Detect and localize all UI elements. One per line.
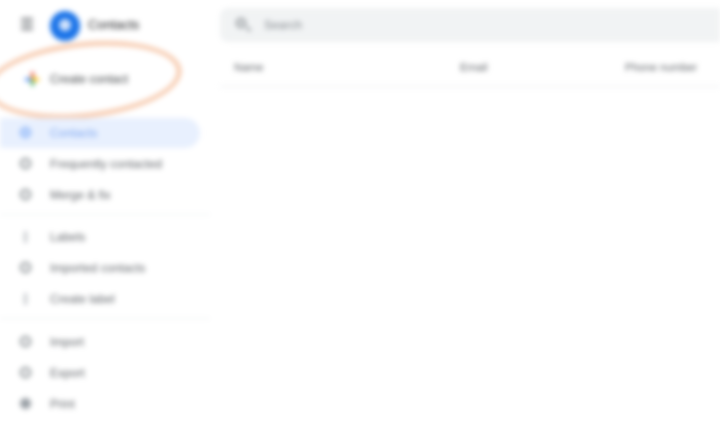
contacts-logo — [50, 11, 80, 41]
nav-item-create-label[interactable]: Create label — [0, 284, 200, 314]
nav-label: Create label — [50, 292, 115, 306]
hamburger-menu-icon[interactable] — [21, 18, 33, 30]
history-icon — [20, 158, 31, 169]
chevron-icon — [24, 231, 27, 243]
nav-label: Print — [50, 397, 75, 411]
nav-label: Imported contacts — [50, 261, 146, 275]
search-bar[interactable] — [220, 8, 720, 42]
merge-icon — [20, 189, 31, 200]
nav-item-merge-fix[interactable]: Merge & fix — [0, 180, 200, 210]
main-content: Name Email Phone number — [220, 0, 720, 444]
nav-item-import[interactable]: Import — [0, 327, 200, 357]
table-header: Name Email Phone number — [220, 56, 720, 87]
sidebar: Contacts Create contact Contacts Frequen… — [0, 0, 210, 444]
nav-label: Import — [50, 335, 85, 349]
nav-item-imported-contacts[interactable]: Imported contacts — [0, 253, 200, 283]
column-header-name[interactable]: Name — [234, 62, 263, 74]
nav-item-contacts[interactable]: Contacts — [0, 118, 200, 148]
add-icon — [24, 293, 27, 305]
nav-item-export[interactable]: Export — [0, 358, 200, 388]
nav-item-print[interactable]: Print — [0, 389, 200, 419]
nav-label: Frequently contacted — [50, 157, 163, 171]
person-icon — [20, 127, 31, 138]
column-header-email[interactable]: Email — [460, 62, 488, 74]
search-input[interactable] — [264, 17, 684, 33]
export-icon — [20, 367, 31, 378]
import-icon — [20, 336, 31, 347]
nav-label: Export — [50, 366, 85, 380]
app-title: Contacts — [88, 17, 140, 32]
nav-label: Merge & fix — [50, 188, 111, 202]
divider — [0, 318, 210, 319]
nav-label: Contacts — [50, 126, 98, 140]
label-icon — [20, 262, 31, 273]
search-icon[interactable] — [236, 18, 246, 28]
column-header-phone[interactable]: Phone number — [625, 62, 697, 74]
nav-label: Labels — [50, 230, 86, 244]
divider — [0, 214, 210, 215]
nav-item-frequently-contacted[interactable]: Frequently contacted — [0, 149, 200, 179]
nav-item-labels[interactable]: Labels — [0, 222, 200, 252]
app-window: Contacts Create contact Contacts Frequen… — [0, 0, 720, 444]
print-icon — [20, 398, 31, 409]
